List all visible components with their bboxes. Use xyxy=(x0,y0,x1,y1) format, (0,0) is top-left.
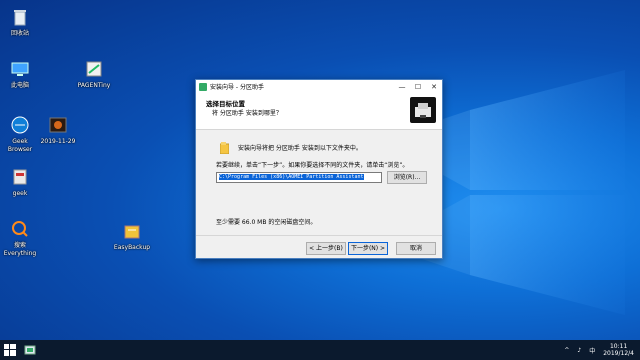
folder-icon xyxy=(219,142,230,155)
clock-date: 2019/12/4 xyxy=(603,350,634,357)
desktop-icon-easybackup[interactable]: EasyBackup xyxy=(112,220,152,252)
cancel-button[interactable]: 取消 xyxy=(396,242,436,255)
wizard-content: 安装向导将把 分区助手 安装到以下文件夹中。 若要继续，单击“下一步”。如果你要… xyxy=(196,130,442,236)
next-button[interactable]: 下一步(N) > xyxy=(348,242,388,255)
system-tray: ^ ♪ 中 10:11 2019/12/4 xyxy=(560,340,640,360)
wizard-footer: < 上一步(B) 下一步(N) > 取消 xyxy=(196,235,442,258)
wizard-header-subtitle: 将 分区助手 安装到哪里？ xyxy=(212,110,282,117)
browser-icon xyxy=(9,114,31,136)
maximize-button[interactable]: ☐ xyxy=(410,80,426,93)
disk-space-requirement: 至少需要 66.0 MB 的空闲磁盘空间。 xyxy=(216,219,317,226)
install-instruction: 若要继续，单击“下一步”。如果你要选择不同的文件夹，请单击“浏览”。 xyxy=(216,162,409,169)
desktop-icon-2019-11-29[interactable]: 2019-11-29 xyxy=(38,114,78,146)
minimize-button[interactable]: — xyxy=(394,80,410,93)
installer-taskbar-icon xyxy=(24,345,36,355)
installer-app-icon xyxy=(199,82,207,91)
desktop-icon-this-pc[interactable]: 此电脑 xyxy=(0,58,40,90)
window-title: 安装向导 - 分区助手 xyxy=(210,84,264,91)
windows-logo-icon xyxy=(4,344,16,356)
recycle-bin-icon xyxy=(9,6,31,28)
clock-time: 10:11 xyxy=(609,343,628,350)
image-icon xyxy=(47,114,69,136)
desktop-icon-geek[interactable]: geek xyxy=(0,166,40,198)
computer-icon xyxy=(9,58,31,80)
backup-icon xyxy=(121,220,143,242)
taskbar: ^ ♪ 中 10:11 2019/12/4 xyxy=(0,340,640,360)
installer-logo-icon xyxy=(410,97,436,123)
search-icon xyxy=(9,218,31,240)
back-button[interactable]: < 上一步(B) xyxy=(306,242,346,255)
wizard-header: 选择目标位置 将 分区助手 安装到哪里？ xyxy=(196,93,442,130)
destination-path-input[interactable]: C:\Program Files (x86)\AOMEI Partition A… xyxy=(216,172,382,183)
desktop-icon-pagentiny[interactable]: PAGENTiny xyxy=(74,58,114,90)
taskbar-installer-button[interactable] xyxy=(20,340,40,360)
installer-window: 安装向导 - 分区助手 — ☐ ✕ 选择目标位置 将 分区助手 安装到哪里？ 安… xyxy=(195,79,443,259)
volume-icon[interactable]: ♪ xyxy=(577,347,581,354)
close-button[interactable]: ✕ xyxy=(426,80,442,93)
destination-path-value: C:\Program Files (x86)\AOMEI Partition A… xyxy=(219,174,364,180)
browse-button[interactable]: 浏览(R)... xyxy=(387,171,427,184)
desktop-icon-recycle-bin[interactable]: 回收站 xyxy=(0,6,40,38)
app-icon xyxy=(9,166,31,188)
app-icon xyxy=(83,58,105,80)
install-description: 安装向导将把 分区助手 安装到以下文件夹中。 xyxy=(238,145,362,152)
taskbar-clock[interactable]: 10:11 2019/12/4 xyxy=(603,343,634,357)
ime-indicator[interactable]: 中 xyxy=(589,346,595,355)
tray-expand-icon[interactable]: ^ xyxy=(564,347,569,354)
desktop-icon-everything[interactable]: 搜索 Everything xyxy=(0,218,40,258)
start-button[interactable] xyxy=(0,340,20,360)
window-titlebar[interactable]: 安装向导 - 分区助手 — ☐ ✕ xyxy=(196,80,442,93)
wizard-header-title: 选择目标位置 xyxy=(206,100,245,108)
desktop-icon-geek-browser[interactable]: Geek Browser xyxy=(0,114,40,154)
